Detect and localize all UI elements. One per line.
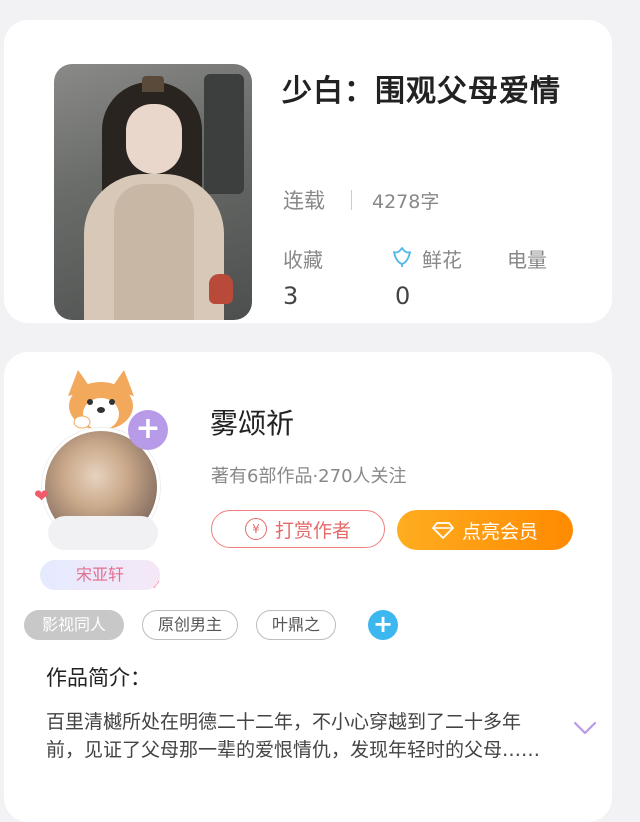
vip-member-label: 点亮会员 [461, 520, 538, 543]
yen-icon: ¥ [244, 518, 267, 540]
book-status: 连载 [283, 189, 325, 213]
tag-character[interactable]: 叶鼎之 [256, 610, 336, 640]
flower-icon[interactable] [390, 244, 414, 268]
stat-value-favorites: 3 [283, 282, 299, 310]
book-cover-image[interactable] [54, 64, 252, 320]
intro-text[interactable]: 百里清樾所处在明德二十二年，不小心穿越到了二十多年前，见证了父母那一辈的爱恨情仇… [46, 708, 546, 764]
tip-author-button[interactable]: ¥ 打赏作者 [211, 510, 385, 548]
stat-value-flowers: 0 [395, 282, 411, 310]
diamond-icon [432, 522, 454, 539]
intro-heading: 作品简介： [46, 666, 151, 690]
cover-figure-face [126, 104, 182, 174]
cover-figure-robe-inner [114, 184, 194, 320]
cloud-decoration [48, 516, 158, 550]
author-info-card: ❤ ♥ + 宋亚轩 雾颂祈 著有6部作品·270人关注 ¥ 打赏作者 点亮会员 … [4, 352, 612, 822]
cover-figure-crown [142, 76, 164, 92]
cover-bg-window [204, 74, 244, 194]
follow-plus-button[interactable]: + [128, 410, 168, 450]
book-title: 少白：围观父母爱情 [282, 74, 561, 109]
status-divider [351, 190, 352, 210]
avatar-name-tag: 宋亚轩 [40, 560, 160, 590]
stat-label-flowers[interactable]: 鲜花 [422, 244, 462, 273]
stat-label-power[interactable]: 电量 [507, 244, 547, 273]
tip-author-label: 打赏作者 [274, 519, 351, 542]
author-meta: 著有6部作品·270人关注 [211, 466, 407, 487]
author-avatar-frame[interactable]: ❤ ♥ + 宋亚轩 [34, 366, 174, 592]
vip-member-button[interactable]: 点亮会员 [397, 510, 573, 550]
word-count: 4278字 [372, 191, 440, 213]
heart-icon: ❤ [34, 486, 50, 507]
stat-label-favorites[interactable]: 收藏 [283, 244, 323, 273]
add-tag-button[interactable]: + [368, 610, 398, 640]
tag-original-male-lead[interactable]: 原创男主 [142, 610, 238, 640]
tag-fan-fiction[interactable]: 影视同人 [24, 610, 124, 640]
author-name[interactable]: 雾颂祈 [210, 402, 294, 442]
cover-vase [209, 274, 233, 304]
book-info-card: 少白：围观父母爱情 连载 4278字 收藏 3 鲜花 0 电量 [4, 20, 612, 323]
chevron-down-icon[interactable] [572, 720, 598, 736]
